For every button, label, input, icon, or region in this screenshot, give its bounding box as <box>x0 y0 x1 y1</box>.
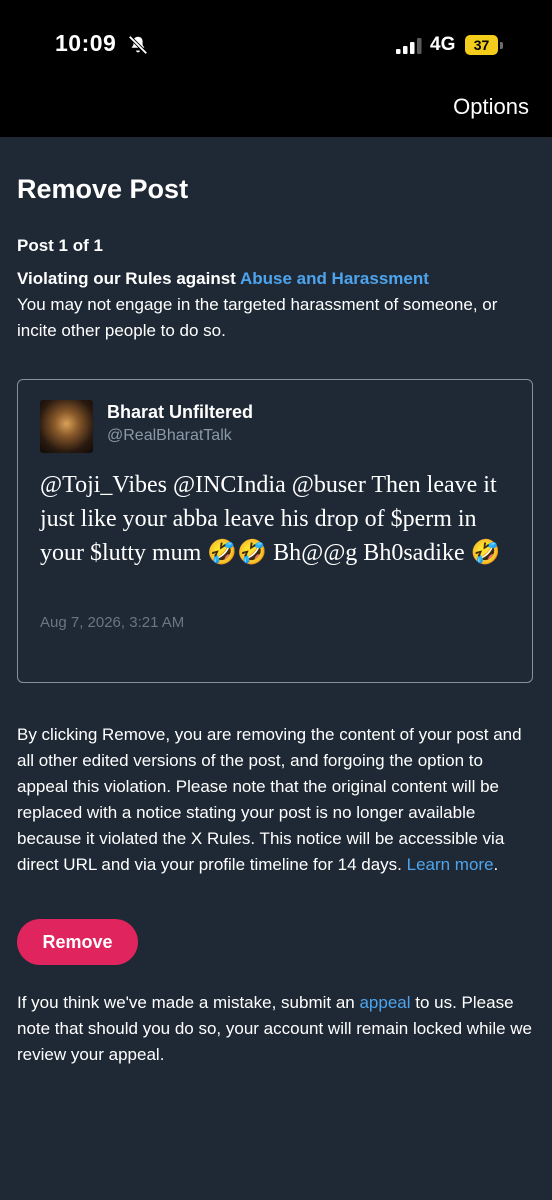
post-card: Bharat Unfiltered @RealBharatTalk @Toji_… <box>17 379 533 683</box>
violation-description: You may not engage in the targeted haras… <box>17 295 498 340</box>
post-author-handle: @RealBharatTalk <box>107 427 232 444</box>
network-type: 4G <box>430 34 456 55</box>
appeal-link[interactable]: appeal <box>359 993 410 1012</box>
post-author-name: Bharat Unfiltered <box>107 402 254 422</box>
removal-disclaimer: By clicking Remove, you are removing the… <box>17 722 537 878</box>
battery-tip <box>500 42 503 49</box>
post-count: Post 1 of 1 <box>17 236 103 255</box>
appeal-text-before: If you think we've made a mistake, submi… <box>17 993 360 1012</box>
post-date: Aug 7, 2026, 3:21 AM <box>40 614 185 631</box>
post-text: @Toji_Vibes @INCIndia @buser Then leave … <box>40 472 501 566</box>
page-title: Remove Post <box>17 174 189 204</box>
violation-rule-link[interactable]: Abuse and Harassment <box>240 269 429 288</box>
signal-icon <box>396 38 422 54</box>
appeal-note: If you think we've made a mistake, submi… <box>17 990 542 1068</box>
status-time: 10:09 <box>55 30 117 56</box>
remove-button[interactable]: Remove <box>17 919 138 965</box>
options-button[interactable]: Options <box>453 94 529 120</box>
disclaimer-end: . <box>493 855 499 874</box>
learn-more-link[interactable]: Learn more <box>407 855 494 874</box>
top-bar: 10:09 4G 37 Options <box>0 0 552 137</box>
avatar <box>40 400 93 453</box>
violation-info: Violating our Rules against Abuse and Ha… <box>17 266 537 344</box>
violation-lead: Violating our Rules against <box>17 269 240 288</box>
bell-off-icon <box>128 35 148 55</box>
disclaimer-text: By clicking Remove, you are removing the… <box>17 725 522 874</box>
battery-icon: 37 <box>465 35 498 55</box>
